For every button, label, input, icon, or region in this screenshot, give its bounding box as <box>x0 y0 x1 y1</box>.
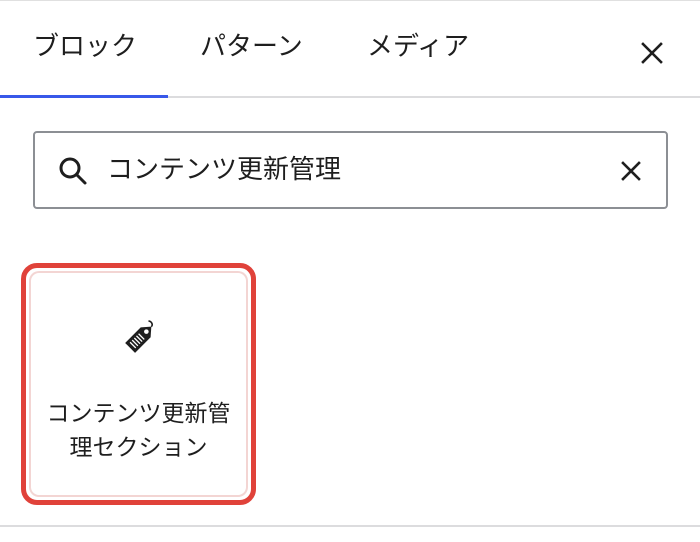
block-inserter-panel: ブロック パターン メディア コンテンツ更新管理 コンテンツ更新管理セクション <box>0 0 700 542</box>
tag-icon <box>125 320 153 353</box>
close-icon <box>621 161 641 181</box>
close-icon <box>641 42 663 64</box>
search-icon <box>59 157 87 185</box>
active-tab-indicator <box>0 95 168 98</box>
inserter-tabs: ブロック パターン メディア <box>0 0 700 98</box>
tab-blocks[interactable]: ブロック <box>33 1 137 99</box>
tab-media[interactable]: メディア <box>367 1 469 99</box>
block-search-field[interactable]: コンテンツ更新管理 <box>33 131 668 209</box>
close-inserter-button[interactable] <box>632 33 672 73</box>
divider <box>0 525 700 527</box>
block-result-item[interactable]: コンテンツ更新管理セクション <box>31 273 246 495</box>
block-result-label: コンテンツ更新管理セクション <box>46 401 231 461</box>
tab-patterns[interactable]: パターン <box>200 1 303 99</box>
clear-search-button[interactable] <box>615 155 647 187</box>
search-input[interactable]: コンテンツ更新管理 <box>107 133 341 207</box>
